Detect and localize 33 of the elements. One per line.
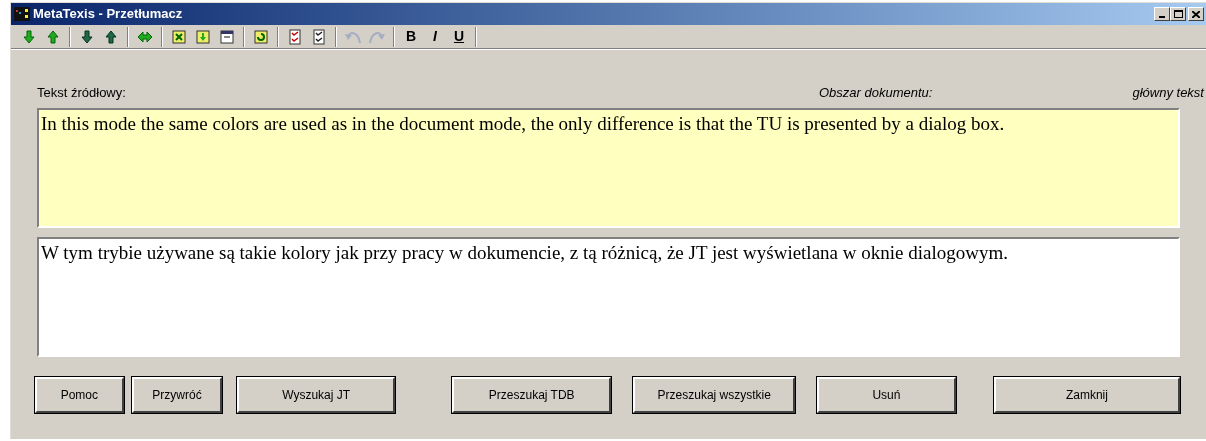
down-arrow-icon (21, 28, 37, 45)
format-button[interactable]: B (399, 26, 423, 47)
close-icon (1192, 10, 1200, 18)
dialog-button[interactable]: Zamknij (993, 377, 1180, 413)
format-button[interactable]: I (423, 26, 447, 47)
dialog-button[interactable]: Usuń (817, 377, 956, 413)
checklist-icon (287, 28, 303, 45)
document-icon (253, 28, 269, 45)
dialog-button[interactable]: Pomoc (35, 377, 124, 413)
minimize-button[interactable] (1154, 7, 1170, 21)
area-label: Obszar dokumentu: (819, 84, 933, 103)
document-icon (195, 28, 211, 45)
dialog-button[interactable]: Przeszukaj TDB (451, 377, 612, 413)
checklist-icon (311, 28, 327, 45)
document-icon (219, 28, 235, 45)
app-icon (14, 7, 30, 21)
down-arrow-icon (79, 28, 95, 45)
format-button[interactable]: U (447, 26, 471, 47)
dialog-button[interactable]: Wyszukaj JT (237, 377, 395, 413)
dialog-button[interactable]: Przeszukaj wszystkie (633, 377, 795, 413)
area-value: główny tekst (1132, 84, 1204, 103)
maximize-icon (1173, 10, 1183, 18)
target-text-area[interactable]: W tym trybie używane są takie kolory jak przy pracy w dokumencie, z tą różnicą, że JT jest wyświetlana w oknie dialogowym. (37, 237, 1180, 357)
window-title: MetaTexis - Przetłumacz (33, 5, 183, 24)
maximize-button[interactable] (1170, 7, 1186, 21)
dialog-button[interactable]: Przywróć (131, 377, 223, 413)
source-text-area[interactable]: In this mode the same colors are used as in the document mode, the only difference is that the TU is presented by a dialog box. (37, 108, 1180, 228)
source-label: Tekst źródłowy: (37, 84, 126, 103)
minimize-icon (1159, 16, 1165, 18)
up-arrow-icon (45, 28, 61, 45)
document-icon (171, 28, 187, 45)
close-button[interactable] (1188, 7, 1204, 21)
up-arrow-icon (103, 28, 119, 45)
